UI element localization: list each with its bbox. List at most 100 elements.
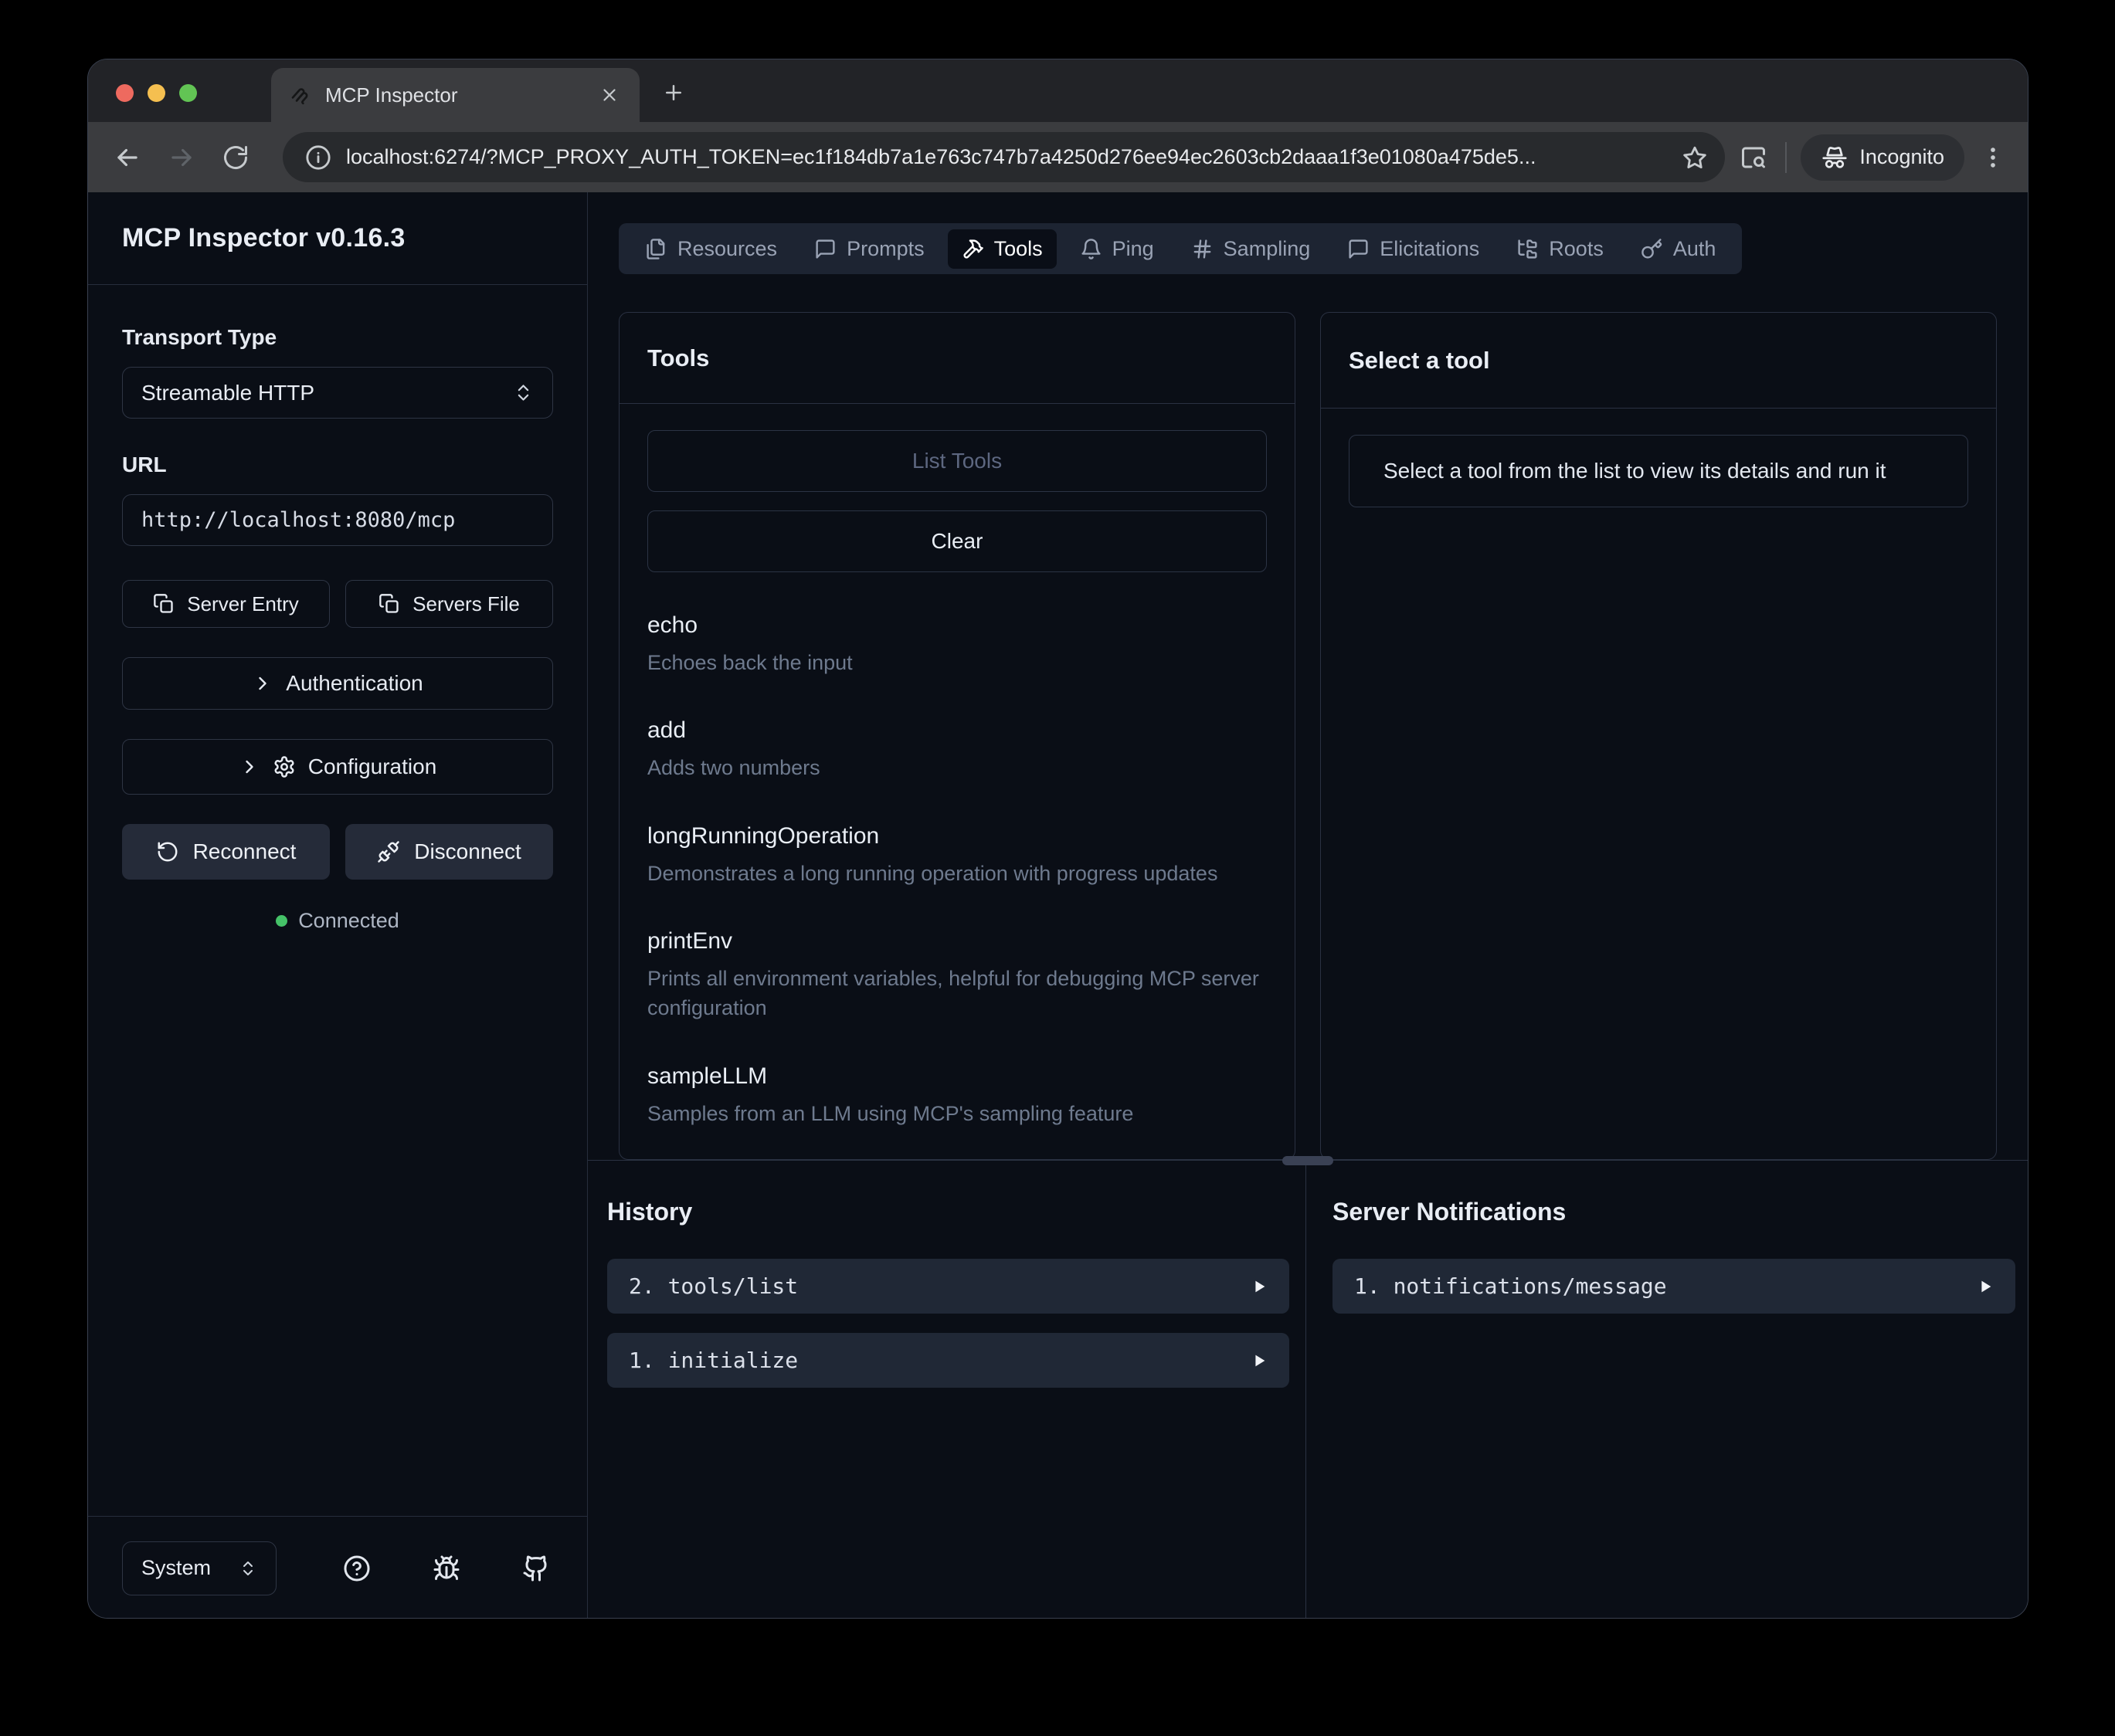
help-icon[interactable] [343,1555,371,1582]
chevron-right-icon [252,673,273,694]
key-icon [1641,238,1663,260]
history-title: History [607,1198,1289,1226]
expand-icon [1977,1278,1994,1295]
browser-tabstrip: MCP Inspector [88,59,2028,122]
chevrons-up-down-icon [513,382,534,403]
forward-icon[interactable] [164,140,199,175]
configuration-label: Configuration [308,754,437,779]
tool-item-longrunningoperation[interactable]: longRunningOperation Demonstrates a long… [647,823,1267,888]
tool-item-add[interactable]: add Adds two numbers [647,717,1267,782]
main-content: Resources Prompts Tools Ping Sampling [588,192,2028,1619]
browser-toolbar: localhost:6274/?MCP_PROXY_AUTH_TOKEN=ec1… [88,122,2028,192]
clear-tools-button[interactable]: Clear [647,510,1267,572]
transport-type-select[interactable]: Streamable HTTP [122,367,553,419]
mcp-inspector-app: MCP Inspector v0.16.3 Transport Type Str… [88,192,2028,1619]
hammer-icon [962,238,984,260]
message-square-icon [814,238,837,260]
server-url-value: http://localhost:8080/mcp [141,508,455,532]
tab-sampling[interactable]: Sampling [1177,229,1325,269]
server-notifications-title: Server Notifications [1332,1198,2015,1226]
transport-type-label: Transport Type [122,325,553,350]
tools-panel: Tools List Tools Clear echo Echoes back … [619,312,1295,1160]
browser-tab[interactable]: MCP Inspector [271,68,640,122]
servers-file-label: Servers File [412,592,520,616]
configuration-toggle[interactable]: Configuration [122,739,553,795]
tab-prompts[interactable]: Prompts [800,229,939,269]
back-icon[interactable] [110,140,145,175]
rotate-ccw-icon [156,840,179,863]
message-square-icon [1347,238,1370,260]
server-notifications-panel: Server Notifications 1. notifications/me… [1306,1161,2028,1619]
tab-resources[interactable]: Resources [631,229,791,269]
site-info-icon[interactable] [300,139,337,176]
tab-auth[interactable]: Auth [1627,229,1730,269]
window-controls [116,84,197,102]
status-dot [276,915,287,927]
theme-value: System [141,1556,211,1580]
expand-icon [1251,1352,1268,1369]
tool-detail-title: Select a tool [1349,347,1490,375]
bug-icon[interactable] [433,1555,460,1582]
disconnect-button[interactable]: Disconnect [345,824,553,880]
tab-title: MCP Inspector [325,83,584,107]
server-url-input[interactable]: http://localhost:8080/mcp [122,494,553,546]
tab-roots[interactable]: Roots [1502,229,1618,269]
theme-select[interactable]: System [122,1541,277,1595]
maximize-window-button[interactable] [179,84,197,102]
gear-icon [273,755,296,778]
tab-tools[interactable]: Tools [948,229,1057,269]
sidebar-header: MCP Inspector v0.16.3 [88,192,587,285]
sidebar-footer: System [88,1516,587,1619]
copy-icon [379,593,400,615]
incognito-icon [1821,144,1849,171]
files-icon [645,238,667,260]
tab-elicitations[interactable]: Elicitations [1333,229,1493,269]
resize-handle[interactable] [1282,1156,1333,1165]
browser-window: MCP Inspector localhost:6274/?MCP_PROXY_… [87,59,2028,1619]
url-text: localhost:6274/?MCP_PROXY_AUTH_TOKEN=ec1… [346,145,1671,169]
tools-panel-title: Tools [647,344,709,372]
copy-icon [153,593,175,615]
tool-list: echo Echoes back the input add Adds two … [647,612,1267,1128]
history-item[interactable]: 2. tools/list [607,1259,1289,1314]
history-item[interactable]: 1. initialize [607,1333,1289,1388]
servers-file-button[interactable]: Servers File [345,580,553,628]
hash-icon [1191,238,1214,260]
incognito-badge: Incognito [1801,134,1964,181]
toolbar-divider [1785,142,1787,173]
search-tabs-icon[interactable] [1736,140,1771,175]
reload-icon[interactable] [218,140,253,175]
reconnect-button[interactable]: Reconnect [122,824,330,880]
tool-item-echo[interactable]: echo Echoes back the input [647,612,1267,677]
authentication-toggle[interactable]: Authentication [122,657,553,710]
disconnect-label: Disconnect [414,839,521,864]
bookmark-star-icon[interactable] [1682,144,1708,171]
toolbar-right: Incognito [1736,134,2006,181]
new-tab-button[interactable] [657,76,691,110]
browser-menu-icon[interactable] [1980,144,2006,171]
app-title: MCP Inspector v0.16.3 [122,223,406,253]
tab-ping[interactable]: Ping [1066,229,1168,269]
chevrons-up-down-icon [239,1559,257,1578]
tool-detail-header: Select a tool [1321,313,1996,409]
transport-type-value: Streamable HTTP [141,381,314,405]
list-tools-button[interactable]: List Tools [647,430,1267,492]
authentication-label: Authentication [286,671,423,696]
tab-close-icon[interactable] [596,82,623,108]
expand-icon [1251,1278,1268,1295]
sidebar-body: Transport Type Streamable HTTP URL http:… [88,285,587,1516]
server-entry-button[interactable]: Server Entry [122,580,330,628]
github-icon[interactable] [522,1555,550,1582]
status-text: Connected [298,909,399,933]
close-window-button[interactable] [116,84,134,102]
minimize-window-button[interactable] [148,84,165,102]
sidebar: MCP Inspector v0.16.3 Transport Type Str… [88,192,588,1619]
mcp-logo-favicon [288,83,313,107]
address-bar[interactable]: localhost:6274/?MCP_PROXY_AUTH_TOKEN=ec1… [283,132,1725,182]
chevron-right-icon [239,756,260,778]
tool-item-samplellm[interactable]: sampleLLM Samples from an LLM using MCP'… [647,1063,1267,1128]
url-label: URL [122,453,553,477]
notification-item[interactable]: 1. notifications/message [1332,1259,2015,1314]
tool-item-printenv[interactable]: printEnv Prints all environment variable… [647,928,1267,1023]
tool-detail-panel: Select a tool Select a tool from the lis… [1320,312,1997,1160]
